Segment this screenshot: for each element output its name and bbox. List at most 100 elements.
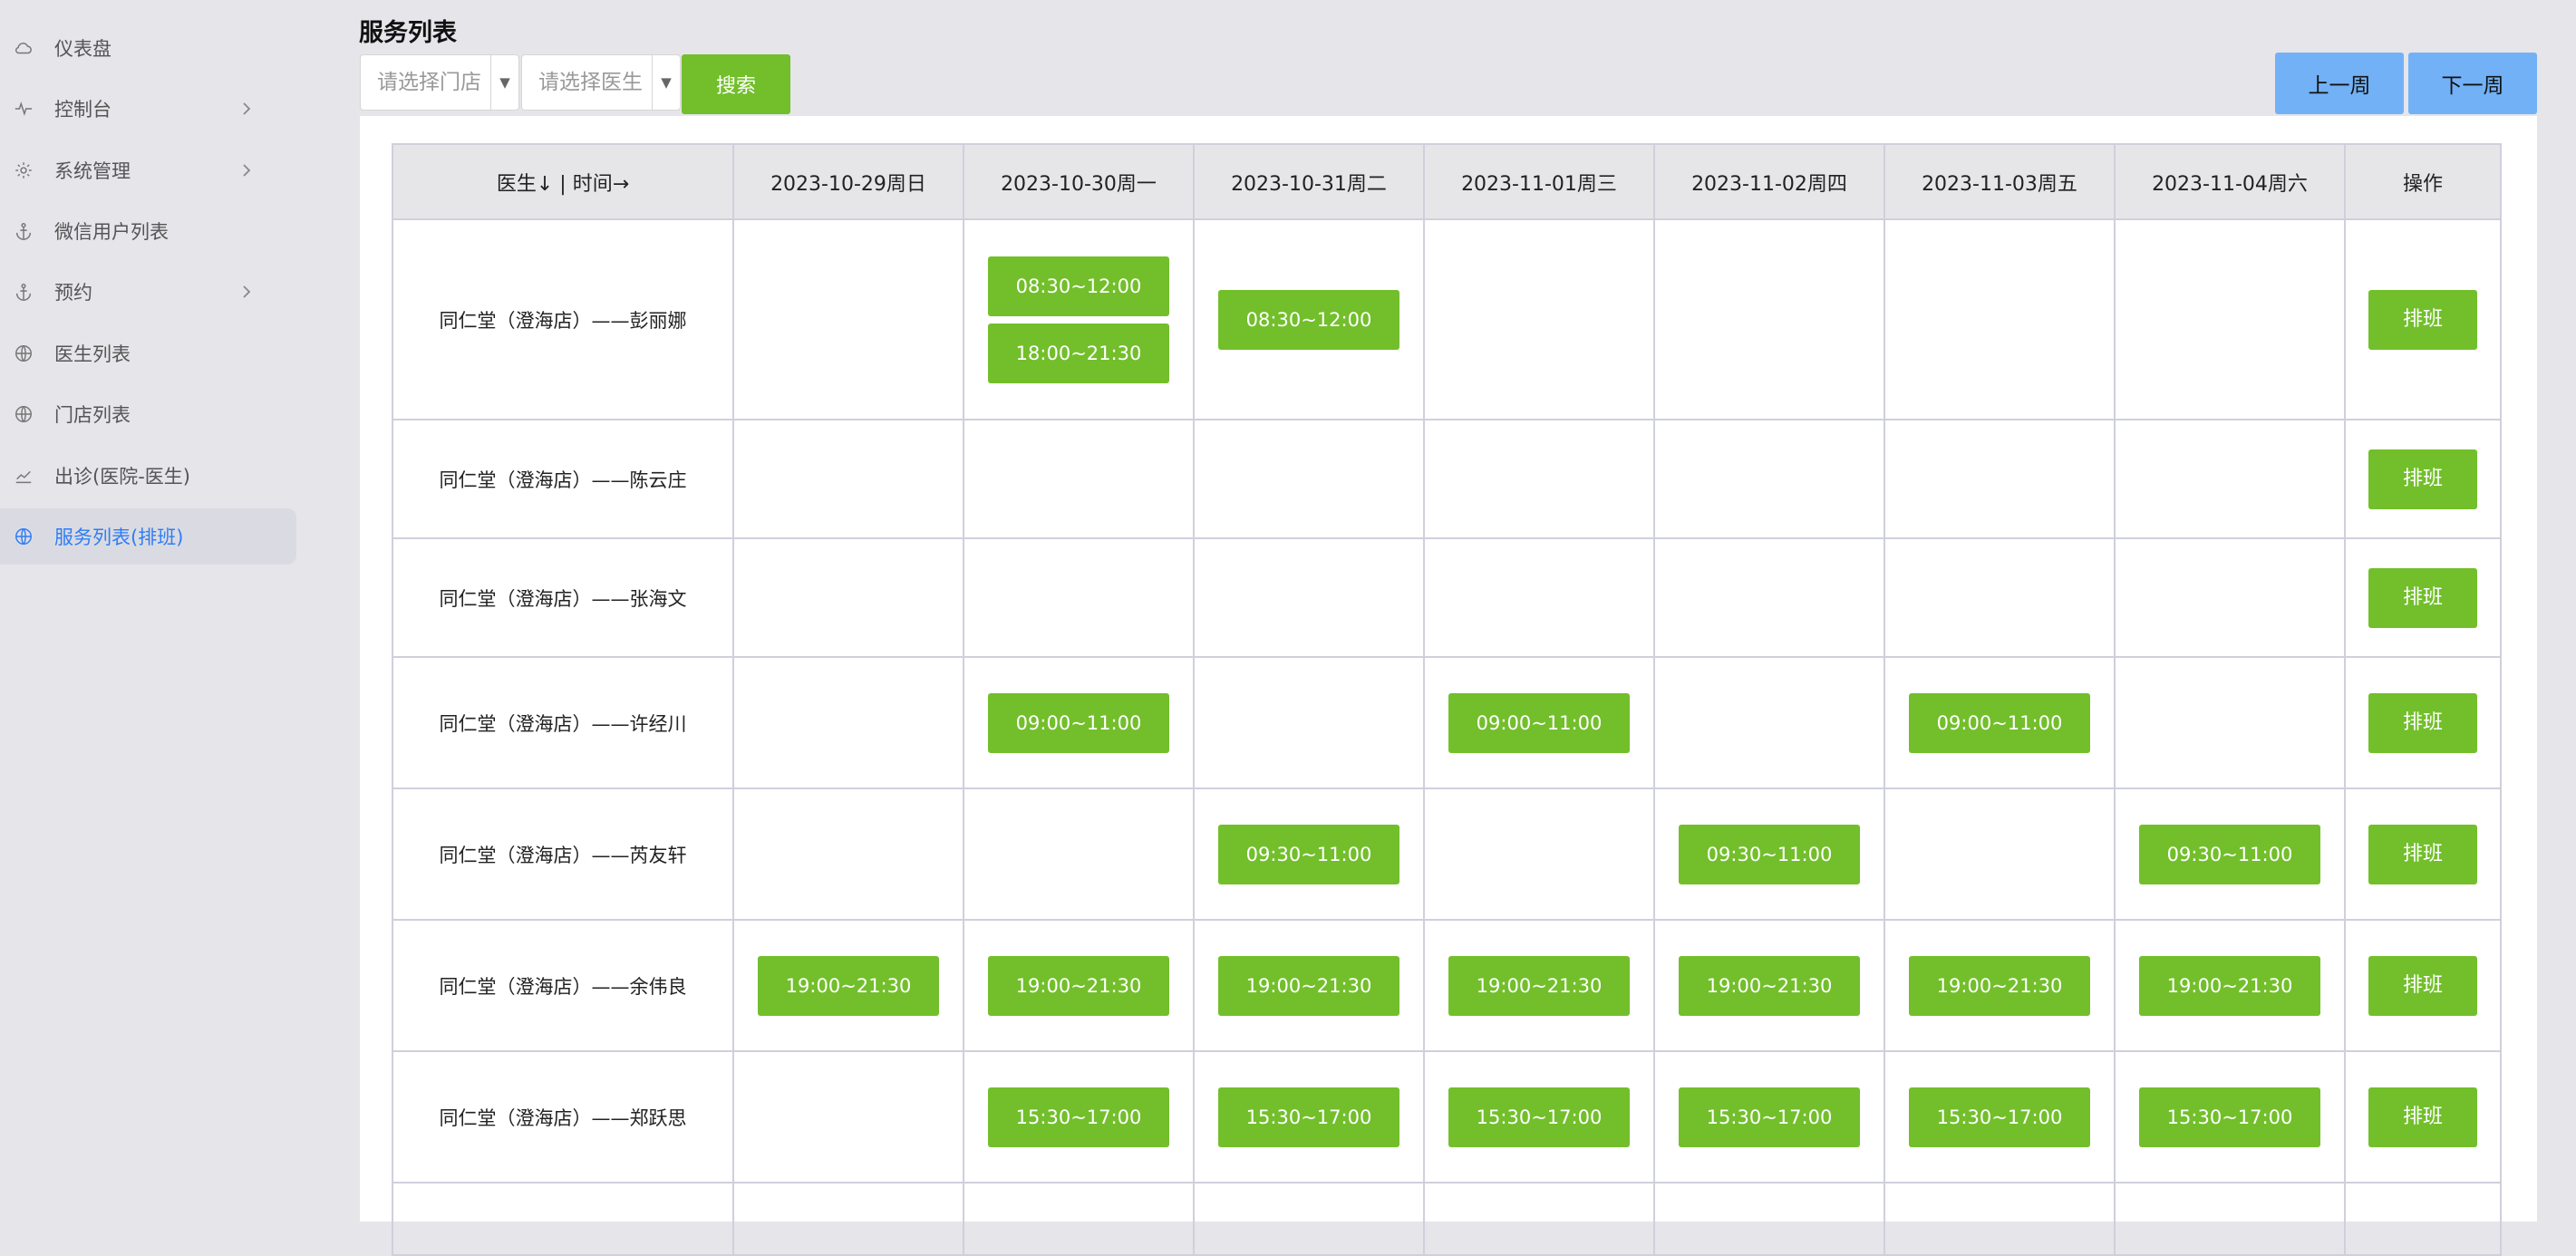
schedule-cell: 15:30~17:00: [2114, 1050, 2346, 1184]
time-slot-button[interactable]: 09:30~11:00: [2139, 824, 2320, 884]
date-header: 2023-11-01周三: [1423, 143, 1655, 220]
time-slot-button[interactable]: 15:30~17:00: [2139, 1087, 2320, 1147]
time-slot-button[interactable]: 08:30~12:00: [988, 256, 1169, 316]
sidebar-item-service-list[interactable]: 服务列表(排班): [0, 508, 296, 565]
schedule-button[interactable]: 排班: [2368, 955, 2477, 1016]
time-slot-button[interactable]: 19:00~21:30: [2139, 955, 2320, 1016]
schedule-cell: [732, 419, 964, 539]
sidebar-item-label: 服务列表(排班): [54, 527, 184, 548]
date-header: 2023-11-03周五: [1884, 143, 2116, 220]
schedule-cell: 08:30~12:00 18:00~21:30: [963, 218, 1195, 420]
schedule-cell: [1193, 1182, 1425, 1256]
doctor-select-input[interactable]: [522, 54, 667, 111]
time-slot-button[interactable]: 08:30~12:00: [1218, 289, 1399, 350]
schedule-cell: 09:00~11:00: [963, 656, 1195, 789]
sidebar-item-wechat-users[interactable]: 微信用户列表: [0, 203, 296, 259]
doctor-name-cell: 同仁堂（澄海店）——郑跃思: [392, 1050, 734, 1184]
schedule-button[interactable]: 排班: [2368, 449, 2477, 509]
gear-icon: [12, 159, 35, 182]
schedule-cell: [1193, 419, 1425, 539]
schedule-cell: [1653, 218, 1885, 420]
time-slot-button[interactable]: 19:00~21:30: [1218, 955, 1399, 1016]
action-cell: 排班: [2344, 919, 2502, 1052]
time-slot-button[interactable]: 15:30~17:00: [1679, 1087, 1860, 1147]
schedule-table: 医生↓ | 时间→ 2023-10-29周日 2023-10-30周一 2023…: [392, 143, 2502, 1256]
caret-down-icon[interactable]: ▼: [490, 55, 518, 110]
table-row: 同仁堂（澄海店）——陈云庄 排班: [392, 419, 2502, 539]
date-header: 2023-11-04周六: [2114, 143, 2346, 220]
schedule-button[interactable]: 排班: [2368, 824, 2477, 884]
schedule-cell: 19:00~21:30: [1653, 919, 1885, 1052]
time-slot-button[interactable]: 18:00~21:30: [988, 323, 1169, 383]
schedule-cell: [1423, 218, 1655, 420]
schedule-cell: [2114, 1182, 2346, 1256]
schedule-cell: 19:00~21:30: [1193, 919, 1425, 1052]
schedule-cell: [732, 1182, 964, 1256]
sidebar-item-console[interactable]: 控制台: [0, 81, 296, 137]
sidebar-item-stores[interactable]: 门店列表: [0, 386, 296, 442]
sidebar-item-label: 系统管理: [54, 160, 131, 182]
schedule-cell: 19:00~21:30: [963, 919, 1195, 1052]
time-slot-button[interactable]: 19:00~21:30: [758, 955, 939, 1016]
next-week-button[interactable]: 下一周: [2408, 53, 2537, 114]
store-select-input[interactable]: [361, 54, 506, 111]
schedule-cell: [732, 537, 964, 658]
cloud-icon: [12, 36, 35, 60]
time-slot-button[interactable]: 15:30~17:00: [988, 1087, 1169, 1147]
schedule-cell: [2344, 1182, 2502, 1256]
time-slot-button[interactable]: 09:00~11:00: [1909, 692, 2090, 753]
chevron-right-icon: [243, 102, 251, 115]
time-slot-button[interactable]: 09:30~11:00: [1218, 824, 1399, 884]
time-slot-button[interactable]: 19:00~21:30: [1448, 955, 1630, 1016]
time-slot-button[interactable]: 19:00~21:30: [1909, 955, 2090, 1016]
time-slot-button[interactable]: 15:30~17:00: [1448, 1087, 1630, 1147]
schedule-button[interactable]: 排班: [2368, 567, 2477, 628]
schedule-cell: [732, 1050, 964, 1184]
schedule-button[interactable]: 排班: [2368, 289, 2477, 350]
date-header: 2023-11-02周四: [1653, 143, 1885, 220]
schedule-cell: [1653, 537, 1885, 658]
sidebar-item-label: 出诊(医院-医生): [54, 466, 190, 488]
schedule-cell: 19:00~21:30: [732, 919, 964, 1052]
sidebar-item-appointment[interactable]: 预约: [0, 264, 296, 320]
anchor-icon: [12, 280, 35, 304]
action-cell: 排班: [2344, 787, 2502, 921]
schedule-cell: [1423, 787, 1655, 921]
sidebar-item-dashboard[interactable]: 仪表盘: [0, 20, 296, 76]
anchor-icon: [12, 219, 35, 243]
schedule-cell: [2114, 537, 2346, 658]
schedule-cell: [1423, 1182, 1655, 1256]
time-slot-button[interactable]: 19:00~21:30: [988, 955, 1169, 1016]
prev-week-button[interactable]: 上一周: [2275, 53, 2404, 114]
doctor-select[interactable]: ▼: [521, 54, 681, 111]
store-select[interactable]: ▼: [360, 54, 519, 111]
schedule-cell: 09:00~11:00: [1884, 656, 2116, 789]
schedule-cell: 09:30~11:00: [2114, 787, 2346, 921]
sidebar-item-system[interactable]: 系统管理: [0, 142, 296, 198]
schedule-cell: [1884, 537, 2116, 658]
time-slot-button[interactable]: 15:30~17:00: [1909, 1087, 2090, 1147]
schedule-cell: [1193, 656, 1425, 789]
table-body: 同仁堂（澄海店）——彭丽娜 08:30~12:00 18:00~21:30 08:30…: [392, 218, 2502, 1256]
sidebar-item-visits[interactable]: 出诊(医院-医生): [0, 448, 296, 504]
time-slot-button[interactable]: 15:30~17:00: [1218, 1087, 1399, 1147]
schedule-button[interactable]: 排班: [2368, 692, 2477, 753]
caret-down-icon[interactable]: ▼: [652, 55, 680, 110]
sidebar-item-doctors[interactable]: 医生列表: [0, 325, 296, 382]
schedule-cell: 08:30~12:00: [1193, 218, 1425, 420]
schedule-button[interactable]: 排班: [2368, 1087, 2477, 1147]
time-slot-button[interactable]: 09:30~11:00: [1679, 824, 1860, 884]
sidebar-item-label: 仪表盘: [54, 38, 111, 60]
time-slot-button[interactable]: 09:00~11:00: [988, 692, 1169, 753]
time-slot-button[interactable]: 19:00~21:30: [1679, 955, 1860, 1016]
corner-header: 医生↓ | 时间→: [392, 143, 734, 220]
action-header: 操作: [2344, 143, 2502, 220]
sidebar-item-label: 医生列表: [54, 343, 131, 365]
schedule-cell: [1884, 218, 2116, 420]
time-slot-button[interactable]: 09:00~11:00: [1448, 692, 1630, 753]
chevron-right-icon: [243, 164, 251, 177]
search-button[interactable]: 搜索: [682, 54, 790, 114]
table-row: [392, 1182, 2502, 1256]
schedule-cell: 09:30~11:00: [1193, 787, 1425, 921]
table-header-row: 医生↓ | 时间→ 2023-10-29周日 2023-10-30周一 2023…: [392, 143, 2502, 220]
